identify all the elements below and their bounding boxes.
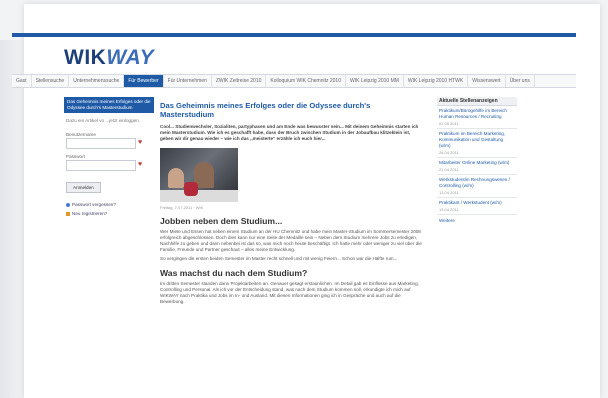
job-title[interactable]: Praktikum/Bürogehilfe im Bereich Human R…	[439, 108, 515, 120]
username-label: Benutzername	[66, 132, 96, 137]
nav-item-6[interactable]: Kolloquium WIK Chemnitz 2010	[266, 75, 346, 87]
job-date: 13.04.2011	[439, 207, 459, 212]
nav-item-4[interactable]: Für Unternehmen	[164, 75, 212, 87]
top-brand-bar	[12, 33, 576, 37]
photo-table	[160, 190, 238, 202]
login-intro: Dazu ein Artikel vo ...jetzt einloggen.	[66, 118, 141, 123]
job-title[interactable]: Werkstudent/in Rechnungswesen / Controll…	[439, 177, 515, 189]
forgot-password-text: Passwort vergessen?	[72, 202, 116, 207]
job-title[interactable]: Praktikant / Werkstudent (w/m)	[439, 200, 515, 206]
nav-item-8[interactable]: WIK Leipzig 2010 HTWK	[404, 75, 469, 87]
nav-item-1[interactable]: Stellensuche	[32, 75, 70, 87]
nav-item-3[interactable]: Für Bewerber	[124, 75, 164, 87]
password-input[interactable]	[66, 160, 136, 171]
job-item[interactable]: Mitarbeiter Online Marketing (w/m) 21.04.…	[437, 158, 517, 175]
register-text: Neu registrieren?	[72, 211, 108, 216]
section-heading-next: Was machst du nach dem Studium?	[160, 268, 308, 278]
job-date: 21.04.2011	[439, 167, 459, 172]
site-logo[interactable]: WIKWAY	[64, 46, 154, 70]
section-text-next: Im dritten Semester standen dann Projekt…	[160, 281, 419, 304]
nav-item-2[interactable]: Unternehmenssuche	[69, 75, 125, 87]
more-jobs-link[interactable]: Weitere	[439, 218, 515, 223]
section-text-jobs: Wer Miete und Essen hat neben einem Stud…	[160, 229, 422, 252]
article-teaser: Cool... Studienwechsler, Sozialiten, par…	[160, 124, 419, 141]
login-button[interactable]: Anmelden	[66, 182, 101, 193]
login-box: Das Geheimnis meines Erfolges oder die O…	[64, 97, 154, 216]
job-title[interactable]: Praktikum im Bereich Marketing, Kommunik…	[439, 131, 515, 149]
screenshot-stage: WIKWAY Gast Stellensuche Unternehmenssuche…	[0, 0, 608, 398]
job-item[interactable]: Praktikant / Werkstudent (w/m) 13.04.2011	[437, 198, 517, 215]
job-date: 13.04.2011	[439, 190, 459, 195]
job-title[interactable]: Mitarbeiter Online Marketing (w/m)	[439, 160, 515, 166]
photo-caption: Freitag, 7.07.2011 · WIK	[160, 205, 204, 210]
nav-item-0[interactable]: Gast	[12, 75, 32, 87]
required-heart-icon: ♥	[138, 139, 143, 146]
section-text-jobs-2: So vergingen die ersten beiden Semester …	[160, 256, 398, 261]
login-box-title: Das Geheimnis meines Erfolges oder die O…	[64, 97, 154, 113]
job-item[interactable]: Praktikum/Bürogehilfe im Bereich Human R…	[437, 106, 517, 129]
nav-item-7[interactable]: WIK Leipzig 2010 MM	[346, 75, 404, 87]
job-item[interactable]: Werkstudent/in Rechnungswesen / Controll…	[437, 175, 517, 198]
nav-item-9[interactable]: Wissenswert	[468, 75, 506, 87]
info-icon	[66, 202, 70, 207]
job-date: 26.04.2011	[439, 150, 459, 155]
job-date: 02.05.2011	[439, 121, 459, 126]
main-navigation: Gast Stellensuche Unternehmenssuche Für Bew…	[12, 74, 576, 88]
nav-item-10[interactable]: Über uns	[506, 75, 535, 87]
logo-main: WIK	[64, 46, 107, 69]
job-item[interactable]: Praktikum im Bereich Marketing, Kommunik…	[437, 129, 517, 158]
logo-accent: WAY	[106, 46, 155, 69]
register-link[interactable]: Neu registrieren?	[66, 211, 154, 216]
username-input[interactable]	[66, 138, 136, 149]
page-shadow	[0, 40, 26, 398]
job-sidebar-title: Aktuelle Stellenanzeigen	[437, 97, 517, 106]
required-heart-icon: ♥	[138, 161, 143, 168]
article-content: Das Geheimnis meines Erfolges oder die O…	[160, 101, 424, 305]
user-add-icon	[66, 211, 70, 216]
nav-item-5[interactable]: ZWIK Zeitreise 2010	[212, 75, 267, 87]
job-list: Praktikum/Bürogehilfe im Bereich Human R…	[437, 106, 517, 215]
photo-shirt	[184, 182, 198, 196]
section-heading-jobs: Jobben neben dem Studium...	[160, 216, 283, 226]
photo-person-left	[168, 168, 184, 188]
article-photo	[160, 148, 238, 202]
password-label: Passwort	[66, 154, 85, 159]
forgot-password-link[interactable]: Passwort vergessen?	[66, 202, 154, 207]
article-title[interactable]: Das Geheimnis meines Erfolges oder die O…	[160, 101, 424, 119]
job-sidebar: Aktuelle Stellenanzeigen Praktikum/Bürog…	[437, 97, 517, 226]
